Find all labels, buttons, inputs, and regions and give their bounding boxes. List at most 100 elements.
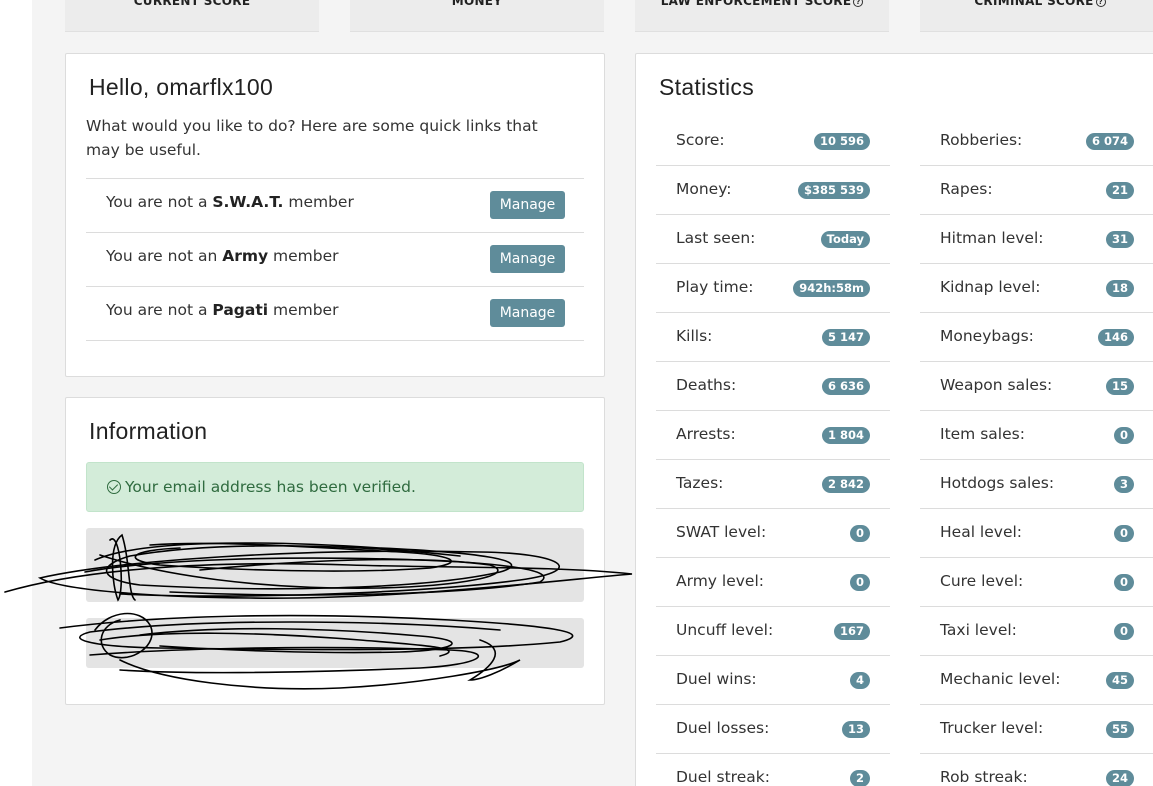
law-enforcement-score-label: LAW ENFORCEMENT SCORE	[660, 0, 852, 8]
stat-row: Arrests: 1 804	[656, 411, 890, 460]
stat-row: Mechanic level: 45	[920, 656, 1153, 705]
statistics-title: Statistics	[659, 74, 755, 100]
stat-value-badge: 55	[1105, 721, 1134, 738]
stat-row: Trucker level: 55	[920, 705, 1153, 754]
stat-label: Moneybags:	[940, 327, 1034, 345]
stat-label: Trucker level:	[940, 719, 1044, 737]
email-verified-text: Your email address has been verified.	[125, 478, 416, 496]
stat-row: Play time: 942h:58m	[656, 264, 890, 313]
stat-value-badge: Today	[820, 231, 870, 248]
current-score-card: CURRENT SCORE	[65, 0, 319, 32]
stat-row: Duel losses: 13	[656, 705, 890, 754]
stat-row: Rapes: 21	[920, 166, 1153, 215]
stat-row: Item sales: 0	[920, 411, 1153, 460]
stat-value-badge: 0	[849, 525, 870, 542]
stat-row: Hitman level: 31	[920, 215, 1153, 264]
money-label: MONEY	[451, 0, 503, 8]
stat-label: Heal level:	[940, 523, 1023, 541]
information-card: Information Your email address has been …	[65, 397, 605, 705]
stat-label: Uncuff level:	[676, 621, 774, 639]
stat-row: Uncuff level: 167	[656, 607, 890, 656]
stat-label: Rapes:	[940, 180, 993, 198]
stat-value-badge: 15	[1105, 378, 1134, 395]
stat-row: Taxi level: 0	[920, 607, 1153, 656]
email-verified-alert: Your email address has been verified.	[86, 462, 584, 512]
stat-label: Last seen:	[676, 229, 756, 247]
stat-label: Play time:	[676, 278, 754, 296]
stat-label: SWAT level:	[676, 523, 767, 541]
criminal-score-label: CRIMINAL SCORE	[974, 0, 1094, 8]
stat-row: Kills: 5 147	[656, 313, 890, 362]
stat-value-badge: 3	[1113, 476, 1134, 493]
stat-value-badge: 942h:58m	[793, 280, 870, 297]
stat-row: Robberies: 6 074	[920, 117, 1153, 166]
stat-label: Item sales:	[940, 425, 1025, 443]
stat-label: Mechanic level:	[940, 670, 1061, 688]
stat-value-badge: 6 074	[1085, 133, 1134, 150]
stat-row: Kidnap level: 18	[920, 264, 1153, 313]
welcome-title: Hello, omarflx100	[89, 74, 274, 100]
stat-value-badge: 24	[1105, 770, 1134, 786]
stat-label: Arrests:	[676, 425, 736, 443]
manage-pagati-button[interactable]: Manage	[490, 299, 565, 327]
stat-row: SWAT level: 0	[656, 509, 890, 558]
stat-row: Deaths: 6 636	[656, 362, 890, 411]
stat-row: Heal level: 0	[920, 509, 1153, 558]
stat-value-badge: $385 539	[797, 182, 870, 199]
stat-value-badge: 0	[1113, 574, 1134, 591]
stat-label: Taxi level:	[940, 621, 1017, 639]
stat-row: Last seen: Today	[656, 215, 890, 264]
stat-label: Robberies:	[940, 131, 1023, 149]
stat-label: Score:	[676, 131, 725, 149]
stat-row: Money: $385 539	[656, 166, 890, 215]
stat-value-badge: 1 804	[821, 427, 870, 444]
manage-army-button[interactable]: Manage	[490, 245, 565, 273]
stat-value-badge: 6 636	[821, 378, 870, 395]
stat-value-badge: 10 596	[813, 133, 870, 150]
stat-value-badge: 146	[1097, 329, 1134, 346]
stat-label: Duel streak:	[676, 768, 770, 786]
help-icon[interactable]: ?	[1095, 0, 1106, 7]
swat-membership-row: You are not a S.W.A.T. member Manage	[86, 178, 584, 232]
help-icon[interactable]: ?	[853, 0, 864, 7]
stat-label: Kidnap level:	[940, 278, 1041, 296]
stat-row: Hotdogs sales: 3	[920, 460, 1153, 509]
stat-label: Army level:	[676, 572, 764, 590]
stat-value-badge: 2	[849, 770, 870, 786]
army-membership-row: You are not an Army member Manage	[86, 232, 584, 286]
stat-label: Duel wins:	[676, 670, 757, 688]
stat-label: Hotdogs sales:	[940, 474, 1055, 492]
stat-row: Duel wins: 4	[656, 656, 890, 705]
stat-row: Cure level: 0	[920, 558, 1153, 607]
stat-value-badge: 21	[1105, 182, 1134, 199]
divider	[86, 340, 584, 341]
stat-value-badge: 5 147	[821, 329, 870, 346]
stat-value-badge: 18	[1105, 280, 1134, 297]
welcome-intro: What would you like to do? Here are some…	[86, 117, 538, 159]
stat-label: Money:	[676, 180, 732, 198]
stat-value-badge: 45	[1105, 672, 1134, 689]
stat-label: Rob streak:	[940, 768, 1028, 786]
stat-label: Kills:	[676, 327, 713, 345]
law-enforcement-score-card: LAW ENFORCEMENT SCORE?	[635, 0, 889, 32]
stat-row: Score: 10 596	[656, 117, 890, 166]
stat-value-badge: 31	[1105, 231, 1134, 248]
current-score-label: CURRENT SCORE	[133, 0, 251, 8]
stat-label: Duel losses:	[676, 719, 770, 737]
manage-swat-button[interactable]: Manage	[490, 191, 565, 219]
stat-value-badge: 0	[1113, 623, 1134, 640]
redacted-info-box	[86, 618, 584, 668]
stat-row: Moneybags: 146	[920, 313, 1153, 362]
stat-value-badge: 0	[1113, 525, 1134, 542]
statistics-card: Statistics Score: 10 596 Money: $385 539 Las…	[635, 53, 1153, 786]
stat-label: Hitman level:	[940, 229, 1044, 247]
stat-value-badge: 0	[849, 574, 870, 591]
information-title: Information	[89, 418, 208, 444]
stat-label: Deaths:	[676, 376, 737, 394]
stat-value-badge: 167	[833, 623, 870, 640]
money-card: MONEY	[350, 0, 604, 32]
swat-membership-text: You are not a S.W.A.T. member	[106, 193, 354, 211]
stat-row: Duel streak: 2	[656, 754, 890, 786]
stat-row: Weapon sales: 15	[920, 362, 1153, 411]
stat-value-badge: 2 842	[821, 476, 870, 493]
